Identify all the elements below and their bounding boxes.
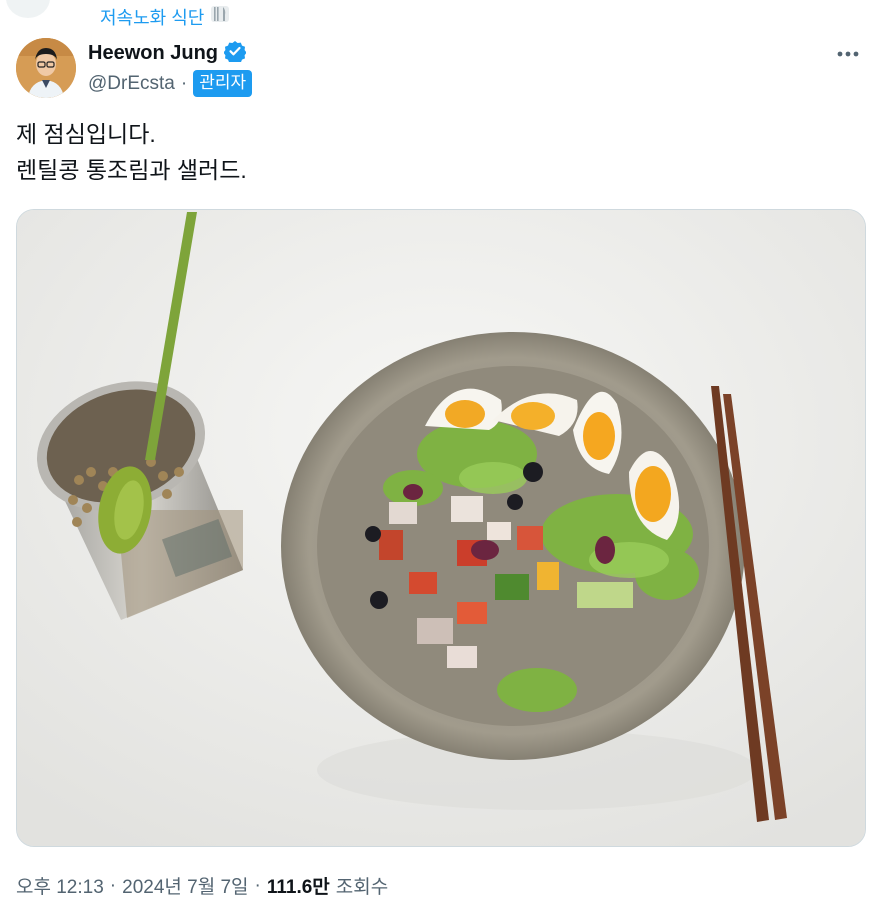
role-badge: 관리자 [193, 70, 253, 97]
meta-separator: · [254, 874, 261, 896]
tweet-header: Heewon Jung @DrEcsta · 관리자 [16, 38, 864, 100]
handle-separator: · [180, 72, 188, 94]
tweet-text: 제 점심입니다. 렌틸콩 통조림과 샐러드. [16, 121, 247, 183]
author-avatar[interactable] [16, 38, 76, 98]
tweet-meta-row: 오후 12:13 · 2024년 7월 7일 · 111.6만 조회수 [16, 872, 388, 899]
author-handle-row: @DrEcsta · 관리자 [88, 70, 253, 97]
author-handle[interactable]: @DrEcsta [88, 73, 175, 95]
author-name-row: Heewon Jung [88, 40, 247, 67]
views-label: 조회수 [335, 877, 389, 898]
meta-separator: · [109, 874, 117, 896]
community-context-row: 저속노화 식단 [0, 0, 880, 30]
previous-avatar-stub [6, 0, 50, 18]
fork-knife-plate-icon [208, 2, 232, 31]
salad-plate [281, 332, 745, 760]
community-label: 저속노화 식단 [100, 7, 205, 28]
tweet-date[interactable]: 2024년 7월 7일 [122, 872, 248, 899]
more-options-button[interactable] [834, 44, 862, 64]
author-display-name[interactable]: Heewon Jung [88, 42, 218, 65]
tweet-time[interactable]: 오후 12:13 [16, 872, 104, 899]
verified-badge-icon [223, 40, 247, 67]
tweet-photo[interactable] [16, 209, 866, 847]
community-link[interactable]: 저속노화 식단 [100, 2, 232, 31]
more-horizontal-icon [836, 45, 860, 63]
views-count: 111.6만 [266, 877, 330, 898]
